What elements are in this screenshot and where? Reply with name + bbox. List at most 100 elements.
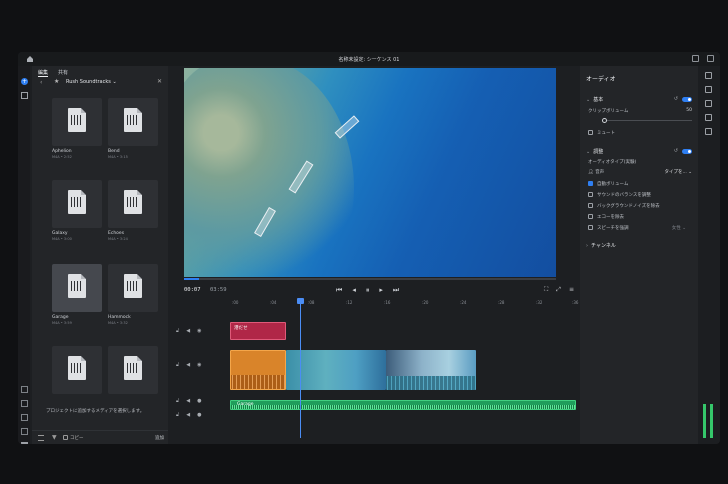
timeline-ruler[interactable]: :00 :04 :08 :12 :16 :20 :24 :28 :32 :36 <box>232 298 580 308</box>
top-bar: 名称未設定: シーケンス 01 <box>18 52 720 66</box>
speech-type-dropdown[interactable]: 女性 ⌄ <box>672 225 686 231</box>
media-item-galaxy[interactable]: Galaxy M4A • 3:00 <box>52 180 102 241</box>
audio-type-value: タイプを... <box>664 170 687 175</box>
media-item-aphelion[interactable]: Aphelion M4A • 2:52 <box>52 98 102 159</box>
eye-icon[interactable]: ◉ <box>197 362 201 368</box>
checkbox[interactable] <box>588 225 593 230</box>
checkbox[interactable] <box>588 192 593 197</box>
transitions-icon[interactable] <box>705 86 712 93</box>
add-button[interactable]: 追加 <box>155 435 164 441</box>
section-channels[interactable]: › チャンネル <box>586 242 616 249</box>
option-balance[interactable]: サウンドのバランスを調整 <box>588 192 651 198</box>
checkbox[interactable] <box>588 203 593 208</box>
media-item-8[interactable] <box>108 346 158 394</box>
star-icon[interactable]: ★ <box>54 78 59 85</box>
titles-icon[interactable] <box>705 72 712 79</box>
option-label: バックグラウンドノイズを除去 <box>597 204 660 209</box>
duplicate-icon[interactable] <box>21 400 28 407</box>
filter-icon[interactable]: ▼ <box>52 434 57 441</box>
add-media-icon[interactable]: + <box>21 78 28 85</box>
copy-checkbox[interactable] <box>63 435 68 440</box>
folder-dropdown[interactable]: Rush Soundtracks ⌄ <box>66 79 117 85</box>
media-item-garage[interactable]: Garage M4A • 3:59 <box>52 264 102 325</box>
step-back-icon[interactable]: ◂ <box>352 286 356 295</box>
media-header: ‹ ★ Rush Soundtracks ⌄ ✕ <box>32 77 168 89</box>
option-denoise[interactable]: バックグラウンドノイズを除去 <box>588 203 660 209</box>
media-panel: 編集 共有 ‹ ★ Rush Soundtracks ⌄ ✕ Aphelion … <box>32 66 168 444</box>
speaker-icon[interactable]: ◀ <box>186 398 190 404</box>
media-item-name: Aphelion <box>52 149 72 154</box>
comment-icon[interactable] <box>707 55 714 62</box>
lock-icon[interactable]: 🔓︎ <box>176 398 179 404</box>
fit-icon[interactable]: ⛶ <box>544 286 548 294</box>
video-clip-1[interactable] <box>230 350 286 390</box>
undo-icon[interactable] <box>692 55 699 62</box>
checkbox[interactable] <box>588 181 593 186</box>
lock-icon[interactable]: 🔓︎ <box>176 412 179 418</box>
media-thumbnail <box>108 264 158 312</box>
fullscreen-icon[interactable]: ⤢ <box>556 286 561 294</box>
play-pause-icon[interactable]: ⏸ <box>366 286 370 295</box>
delete-icon[interactable] <box>21 414 28 421</box>
lock-icon[interactable]: 🔓︎ <box>176 362 179 368</box>
media-item-hammock[interactable]: Hammock M4A • 3:32 <box>108 264 158 325</box>
program-monitor[interactable] <box>184 68 556 277</box>
option-auto-volume[interactable]: 自動ボリューム <box>588 181 628 187</box>
music-clip[interactable]: Garage <box>230 400 576 410</box>
waveform-icon <box>127 281 139 291</box>
section-adjust[interactable]: ⌄ 調整 <box>586 148 603 155</box>
slider-knob[interactable] <box>602 118 607 123</box>
captions-icon[interactable] <box>21 428 28 435</box>
media-item-echoes[interactable]: Echoes M4A • 3:24 <box>108 180 158 241</box>
reset-icon[interactable]: ↺ <box>674 148 678 154</box>
playhead-handle[interactable] <box>297 298 304 304</box>
color-icon[interactable] <box>705 114 712 121</box>
clip-volume-slider[interactable] <box>602 118 692 123</box>
speaker-icon[interactable]: ◀ <box>186 328 190 334</box>
chevron-down-icon: ⌄ <box>688 170 692 175</box>
mute-checkbox[interactable] <box>588 130 593 135</box>
checkbox[interactable] <box>588 214 593 219</box>
video-clip-2[interactable] <box>286 350 386 390</box>
option-speech[interactable]: スピーチを強調 <box>588 225 629 231</box>
menu-icon[interactable]: ≡ <box>569 286 574 294</box>
tab-share[interactable]: 共有 <box>58 69 68 77</box>
media-item-7[interactable] <box>52 346 102 394</box>
title-clip[interactable]: 港だせ <box>230 322 286 340</box>
ruler-tick: :00 <box>232 300 239 305</box>
section-basic[interactable]: ⌄ 基本 <box>586 96 603 103</box>
media-browser-icon[interactable] <box>21 92 28 99</box>
video-clip-3[interactable] <box>386 350 476 390</box>
tab-edit[interactable]: 編集 <box>38 69 49 77</box>
waveform-icon <box>127 115 139 125</box>
back-icon[interactable]: ‹ <box>40 79 42 86</box>
audio-icon[interactable] <box>705 128 712 135</box>
go-to-end-icon[interactable]: ⏭ <box>393 286 399 295</box>
go-to-start-icon[interactable]: ⏮ <box>336 286 342 295</box>
reset-icon[interactable]: ↺ <box>674 96 678 102</box>
voice-label: 音声 <box>595 170 605 175</box>
mute-row[interactable]: ミュート <box>588 130 615 136</box>
eye-icon[interactable]: ◉ <box>197 328 201 334</box>
media-item-bend[interactable]: Bend M4A • 3:15 <box>108 98 158 159</box>
basic-toggle[interactable] <box>682 97 692 102</box>
layout-icon[interactable] <box>21 442 28 444</box>
mic-icon[interactable]: ● <box>197 412 201 418</box>
lock-icon[interactable]: 🔓︎ <box>176 328 179 334</box>
adjust-toggle[interactable] <box>682 149 692 154</box>
audio-meter-right <box>710 404 713 438</box>
close-icon[interactable]: ✕ <box>157 78 162 85</box>
option-echo[interactable]: エコーを除去 <box>588 214 624 220</box>
clip-volume-value[interactable]: 50 <box>686 108 692 113</box>
speaker-icon[interactable]: ◀ <box>186 362 190 368</box>
media-item-name: Echoes <box>108 231 125 236</box>
viewer-scrub-bar[interactable] <box>184 278 556 280</box>
list-view-icon[interactable] <box>38 435 44 441</box>
mic-icon[interactable]: ● <box>197 398 201 404</box>
audio-type-dropdown[interactable]: タイプを... ⌄ <box>664 169 692 175</box>
cut-icon[interactable] <box>21 386 28 393</box>
effects-icon[interactable] <box>705 100 712 107</box>
media-thumbnail <box>108 180 158 228</box>
step-forward-icon[interactable]: ▸ <box>379 286 383 295</box>
speaker-icon[interactable]: ◀ <box>186 412 190 418</box>
